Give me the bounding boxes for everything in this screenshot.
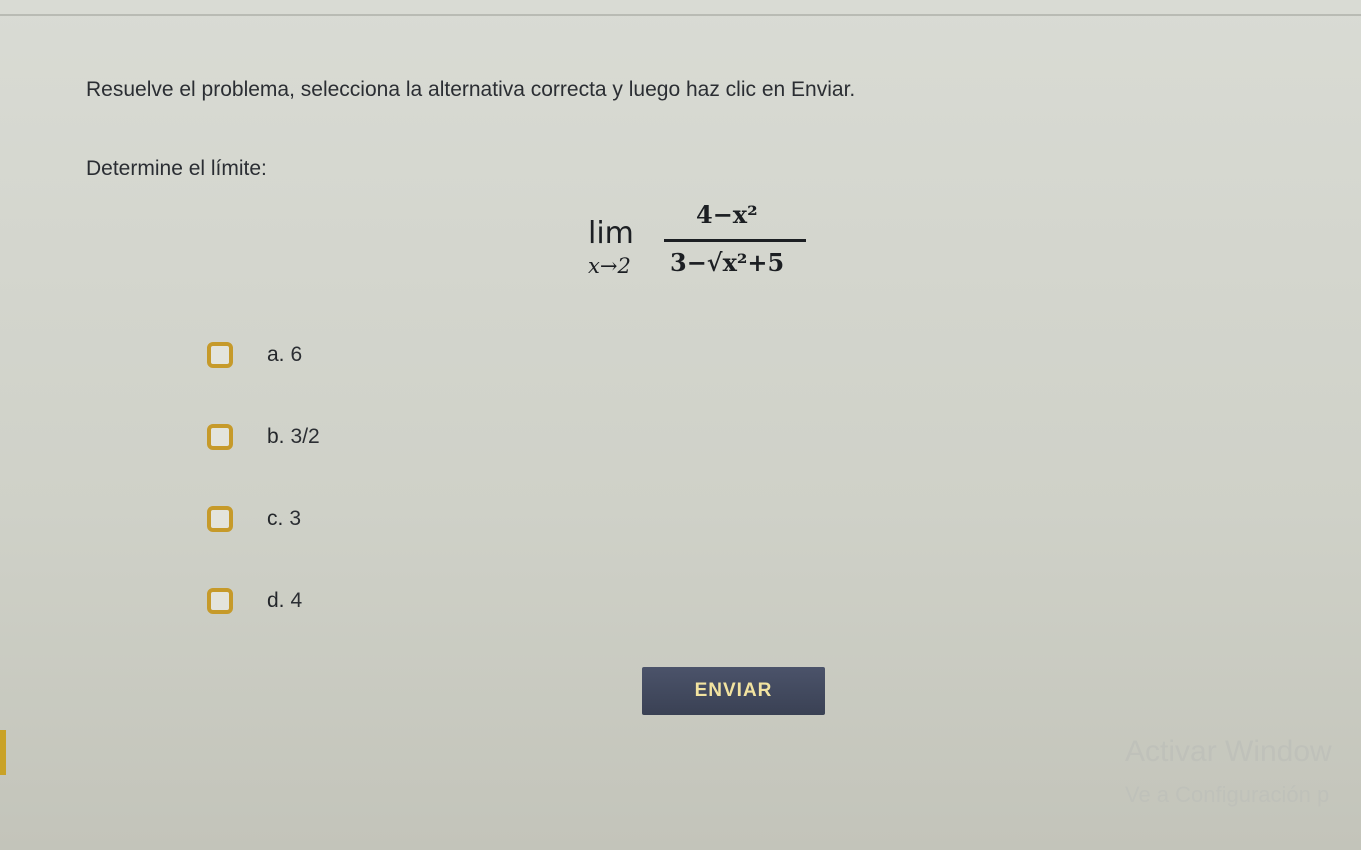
- option-a-value: 6: [290, 343, 303, 366]
- option-b-letter: b.: [267, 425, 285, 448]
- option-d-letter: d.: [267, 589, 285, 612]
- left-accent-bar: [0, 730, 6, 775]
- option-d-checkbox[interactable]: [207, 588, 233, 614]
- option-d-value: 4: [290, 589, 303, 612]
- option-b-value: 3/2: [290, 425, 320, 448]
- option-c-letter: c.: [267, 507, 284, 530]
- option-c-value: 3: [289, 507, 302, 530]
- option-c-checkbox[interactable]: [207, 506, 233, 532]
- activation-watermark-subtitle: Ve a Configuración p: [1125, 782, 1330, 807]
- fraction-bar: [664, 239, 806, 242]
- submit-button[interactable]: ENVIAR: [642, 667, 825, 715]
- option-b[interactable]: b. 3/2: [207, 417, 320, 457]
- lim-operator: lim: [588, 216, 634, 251]
- option-b-checkbox[interactable]: [207, 424, 233, 450]
- fraction-denominator: 3−√x²+5: [670, 248, 785, 277]
- option-a[interactable]: a. 6: [207, 335, 320, 375]
- option-a-letter: a.: [267, 343, 285, 366]
- activation-watermark-title: Activar Window: [1125, 735, 1332, 768]
- limit-formula: lim x→2 4−x² 3−√x²+5: [588, 196, 818, 288]
- option-a-checkbox[interactable]: [207, 342, 233, 368]
- option-d[interactable]: d. 4: [207, 581, 320, 621]
- lim-subscript: x→2: [588, 254, 631, 278]
- instruction-text: Resuelve el problema, selecciona la alte…: [86, 78, 856, 101]
- question-label: Determine el límite:: [86, 157, 267, 180]
- fraction-numerator: 4−x²: [696, 200, 758, 229]
- top-divider: [0, 14, 1361, 16]
- answer-options: a. 6 b. 3/2 c. 3 d. 4: [207, 335, 320, 663]
- option-c[interactable]: c. 3: [207, 499, 320, 539]
